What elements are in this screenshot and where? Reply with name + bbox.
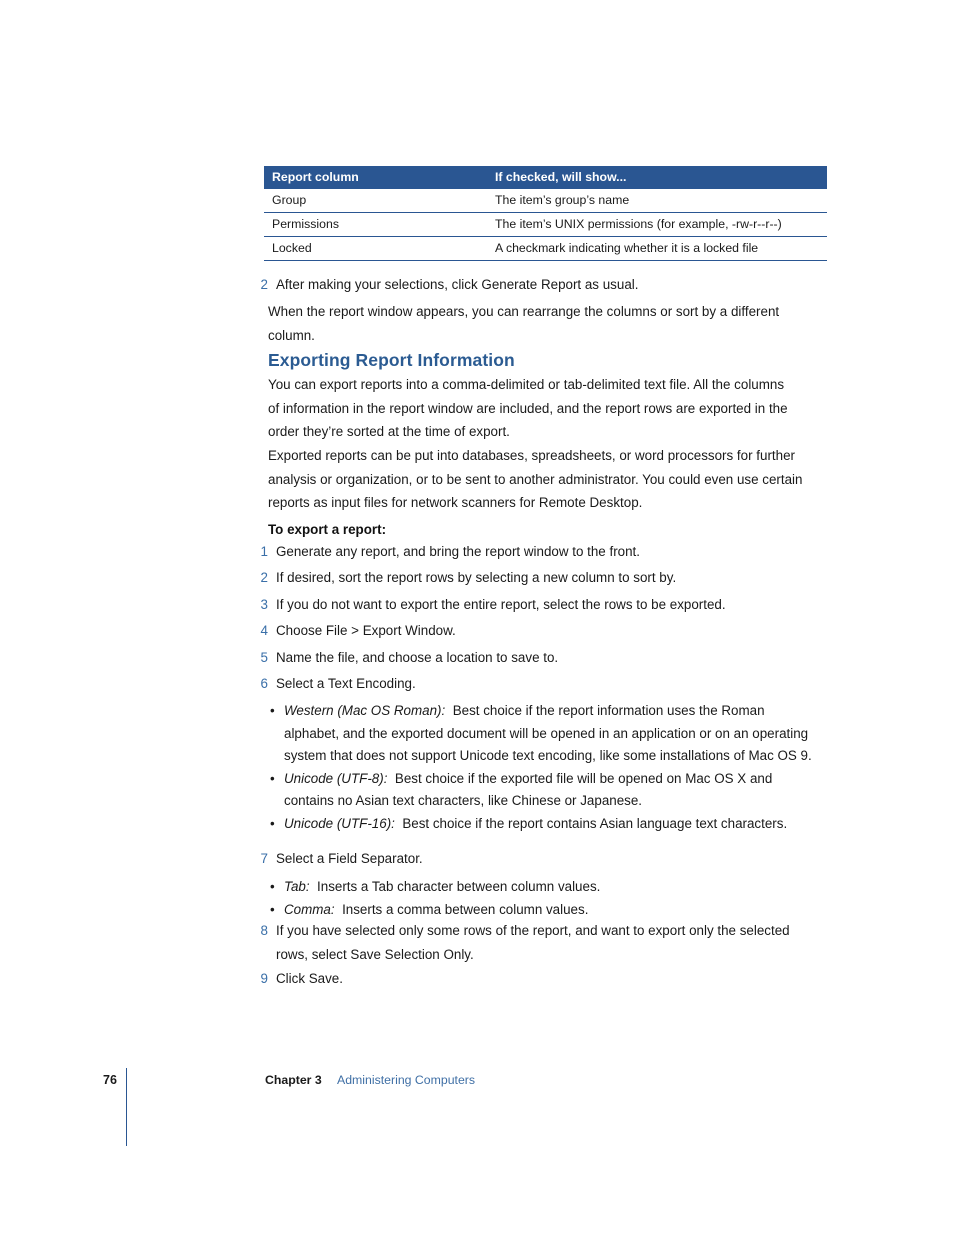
step-text: After making your selections, click Gene… [276,277,639,292]
step-item-3: 3 If you do not want to export the entir… [248,593,823,617]
table-cell-column-name: Permissions [264,212,487,237]
bullet-icon: • [270,901,275,917]
step-item-4: 4 Choose File > Export Window. [248,619,823,643]
step-number: 3 [260,597,268,612]
footer-chapter-label: Chapter 3 [265,1073,322,1087]
step-number: 7 [260,851,268,866]
table-cell-column-name: Group [264,189,487,213]
table-cell-description: The item’s group’s name [487,189,827,213]
paragraph-export-uses: Exported reports can be put into databas… [268,448,803,510]
list-item-term: Unicode (UTF-16): [284,815,395,831]
page-number: 76 [103,1073,117,1087]
table-cell-description: A checkmark indicating whether it is a l… [487,236,827,261]
list-item: • Comma: Inserts a comma between column … [268,899,814,922]
list-item-desc: Inserts a comma between column values. [342,901,589,917]
field-separator-bullet-list: • Tab: Inserts a Tab character between c… [268,876,814,921]
list-item-desc: Best choice if the report contains Asian… [402,815,788,831]
bullet-icon: • [270,879,275,894]
paragraph-export-intro: You can export reports into a comma-deli… [268,377,788,439]
step-item-7: 7 Select a Field Separator. [248,847,823,871]
list-item-text: Tab: Inserts a Tab character between col… [284,879,600,894]
step-item-9: 9 Click Save. [248,967,823,991]
table-cell-column-name: Locked [264,236,487,261]
document-page: Report column If checked, will show... G… [0,0,954,1235]
footer-chapter-title: Administering Computers [337,1073,476,1087]
bullet-icon: • [270,815,275,831]
list-item-text: Unicode (UTF-16): Best choice if the rep… [284,816,787,831]
table-header-if-checked: If checked, will show... [487,166,827,189]
list-item-text: Unicode (UTF-8): Best choice if the expo… [284,771,772,809]
step-text: If you do not want to export the entire … [276,597,726,612]
report-columns-table: Report column If checked, will show... G… [264,166,827,261]
list-item: • Tab: Inserts a Tab character between c… [268,876,814,899]
text-encoding-bullet-list: • Western (Mac OS Roman): Best choice if… [268,700,814,836]
list-item-term: Comma: [284,901,335,917]
step-item-2: 2 If desired, sort the report rows by se… [248,566,823,590]
page-section-heading: Exporting Report Information [268,350,515,370]
table-row: Locked A checkmark indicating whether it… [264,236,827,261]
step-number: 8 [260,923,268,938]
bullet-icon: • [270,770,275,786]
step-text: If desired, sort the report rows by sele… [276,570,677,585]
page-footer: 76 Chapter 3 Administering Computers [0,1068,954,1158]
step-text: Choose File > Export Window. [276,623,456,638]
step-number: 5 [260,650,268,665]
step-number: 2 [260,277,268,292]
list-item-term: Unicode (UTF-8): [284,770,388,786]
table-header-report-column: Report column [264,166,487,189]
table-cell-description: The item’s UNIX permissions (for example… [487,212,827,237]
step-number: 1 [260,544,268,559]
step-number: 9 [260,971,268,986]
bullet-icon: • [270,703,275,718]
step-text: Generate any report, and bring the repor… [276,544,640,559]
step-item-continued-2: 2 After making your selections, click Ge… [248,273,823,297]
list-item-term: Tab: [284,879,310,894]
table-row: Group The item’s group’s name [264,189,827,213]
step-number: 6 [260,676,268,691]
step-text: Name the file, and choose a location to … [276,650,559,665]
step-text: If you have selected only some rows of t… [276,923,790,962]
procedure-title: To export a report: [268,522,387,537]
step-item-6: 6 Select a Text Encoding. [248,672,823,696]
step-text: Click Save. [276,971,343,986]
list-item: • Unicode (UTF-8): Best choice if the ex… [268,768,814,813]
step-item-5: 5 Name the file, and choose a location t… [248,646,823,670]
list-item-text: Comma: Inserts a comma between column va… [284,902,588,917]
list-item: • Unicode (UTF-16): Best choice if the r… [268,813,814,836]
list-item-term: Western (Mac OS Roman): [284,703,446,718]
footer-vertical-rule [126,1068,128,1146]
step-number: 4 [260,623,268,638]
step-item-1: 1 Generate any report, and bring the rep… [248,540,823,564]
list-item-text: Western (Mac OS Roman): Best choice if t… [284,703,812,763]
table-head: Report column If checked, will show... [264,166,827,189]
table-body: Group The item’s group’s name Permission… [264,189,827,261]
table-row: Permissions The item’s UNIX permissions … [264,212,827,237]
paragraph-report-window-note: When the report window appears, you can … [268,304,780,343]
table-header-row: Report column If checked, will show... [264,166,827,189]
list-item: • Western (Mac OS Roman): Best choice if… [268,700,814,768]
step-number: 2 [260,570,268,585]
step-text: Select a Field Separator. [276,851,423,866]
step-text: Select a Text Encoding. [276,676,416,691]
step-item-8: 8 If you have selected only some rows of… [248,919,823,966]
list-item-desc: Inserts a Tab character between column v… [317,879,601,894]
